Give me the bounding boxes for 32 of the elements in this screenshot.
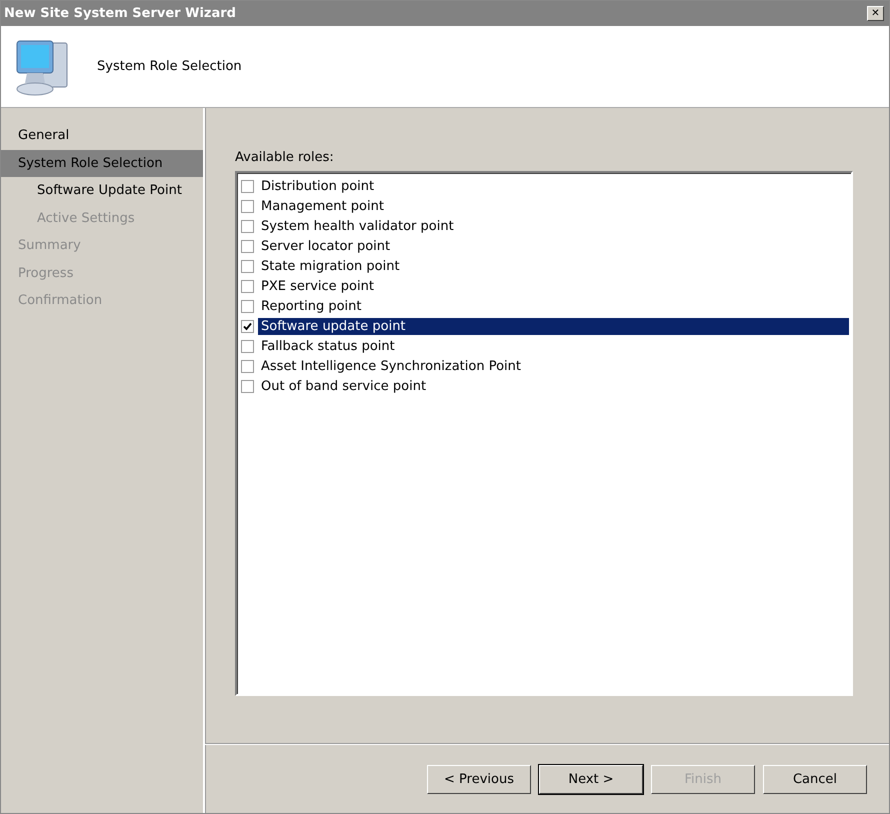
list-item[interactable]: Fallback status point: [258, 338, 849, 354]
wizard-button[interactable]: Next >: [539, 764, 643, 794]
checkbox[interactable]: [241, 380, 254, 392]
checkbox[interactable]: [241, 300, 254, 312]
list-label: Available roles:: [235, 150, 335, 165]
checkbox[interactable]: [241, 360, 254, 372]
sidebar-item[interactable]: General: [1, 122, 203, 150]
checkbox[interactable]: [241, 340, 254, 352]
wizard-button[interactable]: < Previous: [427, 764, 531, 794]
list-item[interactable]: Software update point: [258, 318, 849, 334]
checkbox[interactable]: [241, 260, 254, 272]
list-item[interactable]: Asset Intelligence Synchronization Point: [258, 358, 849, 374]
sidebar-item[interactable]: Software Update Point: [1, 177, 203, 204]
list-item[interactable]: Distribution point: [258, 178, 849, 194]
close-button[interactable]: ✕: [867, 6, 884, 21]
checkbox[interactable]: [241, 280, 254, 292]
checkbox[interactable]: [241, 240, 254, 252]
list-item[interactable]: System health validator point: [258, 218, 849, 234]
wizard-button[interactable]: Cancel: [763, 764, 867, 794]
checkbox[interactable]: [241, 180, 254, 192]
page-title: System Role Selection: [97, 59, 242, 74]
list-item[interactable]: Management point: [258, 198, 849, 214]
checkbox[interactable]: [241, 200, 254, 212]
window-title: New Site System Server Wizard: [4, 6, 236, 21]
checkbox[interactable]: [241, 320, 254, 332]
checkbox[interactable]: [241, 220, 254, 232]
list-item[interactable]: Out of band service point: [258, 378, 849, 394]
list-item[interactable]: PXE service point: [258, 278, 849, 294]
sidebar-item[interactable]: System Role Selection: [1, 150, 203, 177]
list-item[interactable]: Server locator point: [258, 238, 849, 254]
list-item[interactable]: Reporting point: [258, 298, 849, 314]
list-item[interactable]: State migration point: [258, 258, 849, 274]
